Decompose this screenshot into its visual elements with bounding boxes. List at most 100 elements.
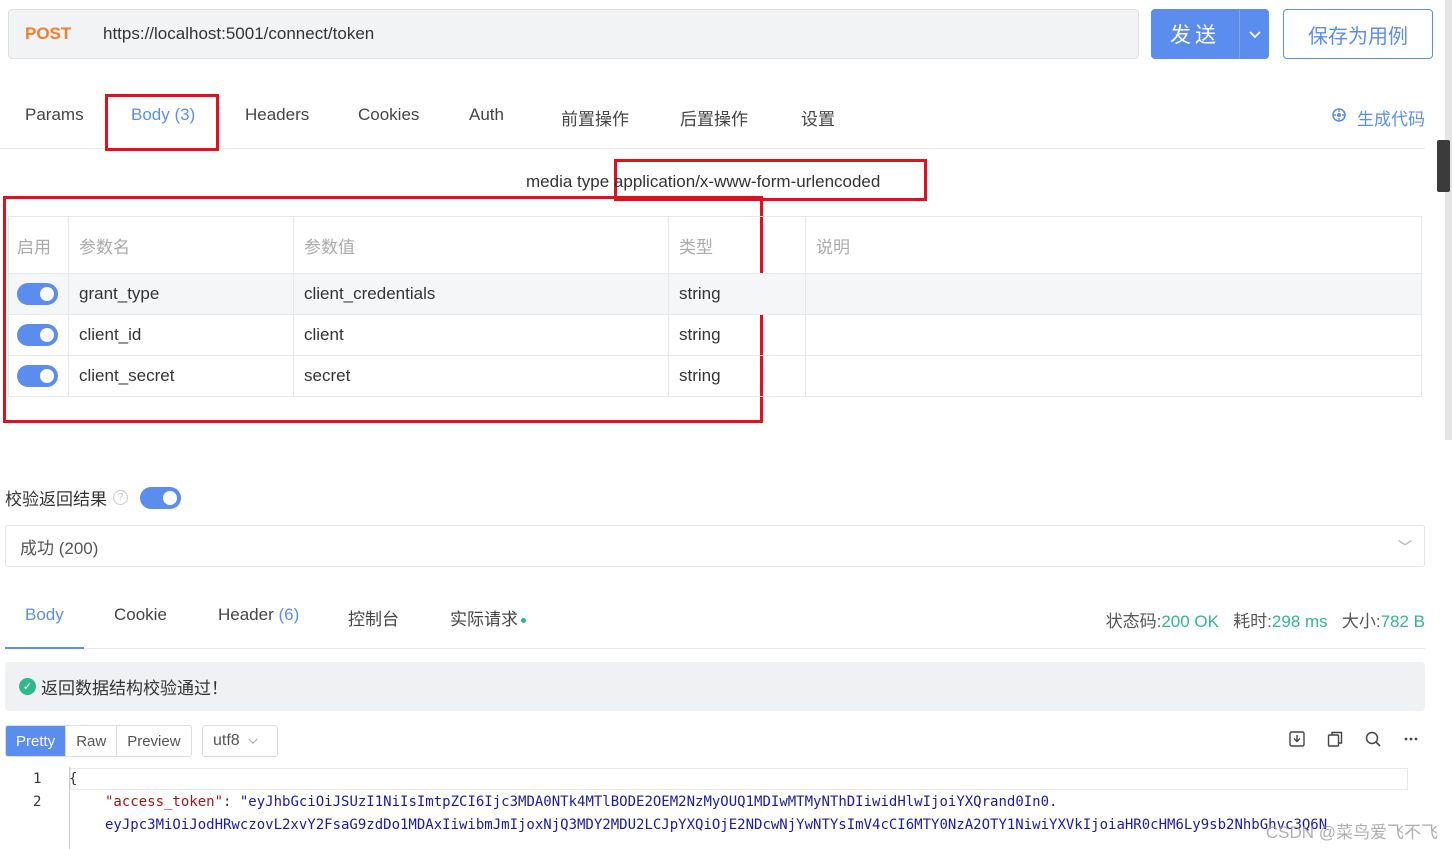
format-toggle-group: Pretty Raw Preview xyxy=(5,725,192,757)
row-enabled-cell xyxy=(9,356,69,396)
validation-success-text: 返回数据结构校验通过！ xyxy=(41,679,228,698)
media-type-label: media type xyxy=(526,172,610,191)
check-circle-icon: ✓ xyxy=(19,678,36,695)
generate-code-label: 生成代码 xyxy=(1357,110,1425,129)
json-colon: : xyxy=(223,794,240,810)
validate-response-row: 校验返回结果 ? xyxy=(5,485,181,510)
param-value-cell[interactable]: secret xyxy=(294,356,669,396)
param-name-cell[interactable]: client_secret xyxy=(69,356,294,396)
size-label: 大小: xyxy=(1341,612,1381,631)
scrollbar-track[interactable] xyxy=(1445,0,1452,440)
response-toolbar xyxy=(1288,730,1420,748)
param-type-cell[interactable]: string xyxy=(669,356,806,396)
help-icon[interactable]: ? xyxy=(113,490,128,505)
save-as-case-button[interactable]: 保存为用例 xyxy=(1283,9,1433,59)
tab-body-count: (3) xyxy=(174,105,196,124)
media-type-value[interactable]: application/x-www-form-urlencoded xyxy=(614,172,880,191)
json-string: "eyJhbGciOiJSUzI1NiIsImtpZCI6Ijc3MDA0NTk… xyxy=(239,794,1058,810)
active-tab-underline xyxy=(5,647,84,649)
column-header-type: 类型 xyxy=(669,217,806,273)
tab-settings[interactable]: 设置 xyxy=(801,105,835,130)
tab-cookies[interactable]: Cookies xyxy=(358,105,419,125)
download-icon[interactable] xyxy=(1288,730,1306,748)
tab-post-operations[interactable]: 后置操作 xyxy=(680,105,748,130)
format-raw-button[interactable]: Raw xyxy=(66,726,118,756)
tab-params[interactable]: Params xyxy=(25,105,84,125)
tab-console[interactable]: 控制台 xyxy=(348,605,399,630)
row-enabled-cell xyxy=(9,315,69,355)
tab-body-label: Body xyxy=(131,105,170,124)
time-value: 298 ms xyxy=(1271,612,1328,631)
table-header-row: 启用 参数名 参数值 类型 说明 xyxy=(9,217,1421,273)
code-gen-icon xyxy=(1331,107,1347,128)
url-input[interactable]: https://localhost:5001/connect/token xyxy=(103,24,374,44)
more-icon[interactable] xyxy=(1402,730,1420,748)
size-value: 782 B xyxy=(1380,612,1425,631)
code-line: { xyxy=(69,771,78,787)
tab-body[interactable]: Body (3) xyxy=(131,105,195,125)
param-description-cell[interactable] xyxy=(806,356,1421,396)
send-button[interactable]: 发送 xyxy=(1151,9,1269,59)
body-params-table: 启用 参数名 参数值 类型 说明 grant_type client_crede… xyxy=(8,216,1422,397)
tab-response-header-label: Header xyxy=(218,605,274,624)
url-bar[interactable]: POST https://localhost:5001/connect/toke… xyxy=(8,9,1139,59)
param-type-cell[interactable]: string xyxy=(669,274,806,314)
expected-response-value: 成功 (200) xyxy=(20,538,99,558)
media-type-line: media type application/x-www-form-urlenc… xyxy=(526,172,880,192)
row-enabled-toggle[interactable] xyxy=(17,283,58,305)
row-enabled-toggle[interactable] xyxy=(17,324,58,346)
column-header-name: 参数名 xyxy=(69,217,294,273)
tab-pre-operations[interactable]: 前置操作 xyxy=(561,105,629,130)
response-stats: 状态码:200 OK 耗时:298 ms 大小:782 B xyxy=(1106,607,1425,632)
tab-actual-request[interactable]: 实际请求 xyxy=(450,605,526,630)
encoding-select[interactable]: utf8 xyxy=(202,725,278,757)
tab-response-header[interactable]: Header (6) xyxy=(218,605,299,625)
tab-actual-request-label: 实际请求 xyxy=(450,610,518,629)
tab-response-body[interactable]: Body xyxy=(25,605,64,625)
time-label: 耗时: xyxy=(1233,612,1272,631)
line-number: 2 xyxy=(33,794,42,810)
expected-response-select[interactable]: 成功 (200) xyxy=(5,525,1425,567)
status-code-label: 状态码: xyxy=(1105,612,1162,631)
table-row: client_secret secret string xyxy=(9,355,1421,396)
format-pretty-button[interactable]: Pretty xyxy=(6,726,67,756)
chevron-down-icon xyxy=(1397,535,1413,551)
response-code-viewer[interactable]: 1 2 { "access_token": "eyJhbGciOiJSUzI1N… xyxy=(5,767,1425,849)
tab-auth[interactable]: Auth xyxy=(469,105,504,125)
status-code-value: 200 OK xyxy=(1161,612,1219,631)
search-icon[interactable] xyxy=(1364,730,1382,748)
table-row: client_id client string xyxy=(9,314,1421,355)
copy-icon[interactable] xyxy=(1326,730,1344,748)
tab-response-cookie[interactable]: Cookie xyxy=(114,605,167,625)
table-row: grant_type client_credentials string xyxy=(9,273,1421,314)
method-select[interactable]: POST xyxy=(25,24,103,44)
validate-response-label: 校验返回结果 xyxy=(5,490,107,509)
row-enabled-toggle[interactable] xyxy=(17,365,58,387)
param-type-cell[interactable]: string xyxy=(669,315,806,355)
param-description-cell[interactable] xyxy=(806,274,1421,314)
param-name-cell[interactable]: client_id xyxy=(69,315,294,355)
generate-code-button[interactable]: 生成代码 xyxy=(1331,105,1425,130)
tab-response-header-count: (6) xyxy=(278,605,300,624)
line-number: 1 xyxy=(33,771,42,787)
current-line-highlight xyxy=(70,768,1408,790)
json-key: "access_token" xyxy=(105,794,224,810)
response-tabs: Body Cookie Header (6) 控制台 实际请求 状态码:200 … xyxy=(5,594,1425,649)
send-button-label: 发送 xyxy=(1170,24,1220,47)
scrollbar-thumb[interactable] xyxy=(1437,140,1450,192)
validation-success-notice: ✓ 返回数据结构校验通过！ xyxy=(5,662,1425,711)
status-dot-icon xyxy=(521,618,526,624)
param-value-cell[interactable]: client xyxy=(294,315,669,355)
chevron-down-icon[interactable] xyxy=(1240,27,1269,42)
encoding-value: utf8 xyxy=(213,732,240,749)
format-preview-button[interactable]: Preview xyxy=(117,726,191,756)
validate-response-toggle[interactable] xyxy=(140,486,181,509)
param-name-cell[interactable]: grant_type xyxy=(69,274,294,314)
code-line: "access_token": "eyJhbGciOiJSUzI1NiIsImt… xyxy=(105,794,1057,810)
param-value-cell[interactable]: client_credentials xyxy=(294,274,669,314)
chevron-down-icon xyxy=(248,734,258,748)
code-line-wrapped: eyJpc3MiOiJodHRwczovL2xvY2FsaG9zdDo1MDAx… xyxy=(105,817,1328,833)
tab-headers[interactable]: Headers xyxy=(245,105,309,125)
param-description-cell[interactable] xyxy=(806,315,1421,355)
watermark: CSDN @菜鸟爱飞不飞 xyxy=(1265,823,1438,842)
